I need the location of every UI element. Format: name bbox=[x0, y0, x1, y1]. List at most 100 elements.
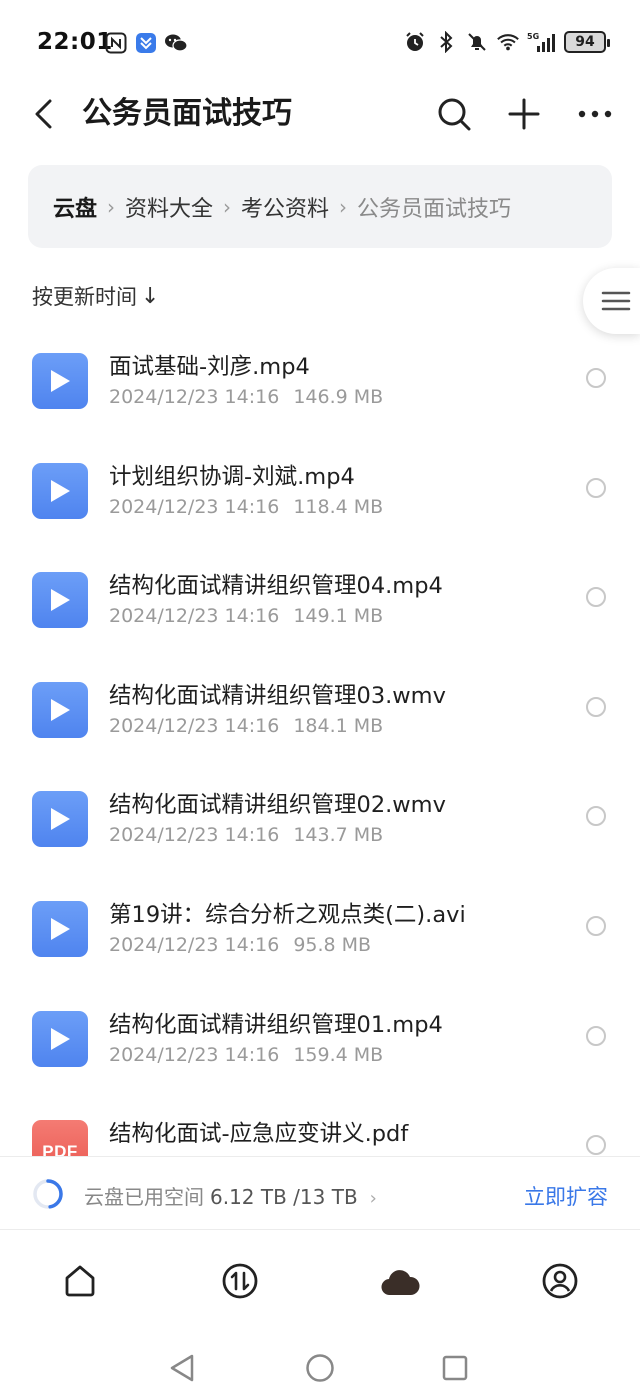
file-item[interactable]: 结构化面试精讲组织管理02.wmv 2024/12/23 14:16 143.7 … bbox=[0, 761, 640, 871]
file-meta: 2024/12/23 14:16 184.1 MB bbox=[109, 715, 383, 737]
sort-button[interactable]: 按更新时间 ↓ bbox=[32, 281, 159, 311]
select-checkbox[interactable] bbox=[586, 1135, 606, 1156]
bottom-nav bbox=[0, 1231, 640, 1331]
select-checkbox[interactable] bbox=[586, 477, 606, 498]
file-list: 面试基础-刘彦.mp4 2024/12/23 14:16 146.9 MB 计划组… bbox=[0, 323, 640, 1156]
file-size: 143.7 MB bbox=[293, 824, 384, 847]
storage-usage-ring-icon bbox=[33, 1179, 63, 1209]
file-size: 95.8 MB bbox=[293, 934, 372, 956]
more-button[interactable] bbox=[573, 92, 617, 136]
select-checkbox[interactable] bbox=[586, 916, 606, 936]
select-checkbox[interactable] bbox=[586, 1025, 606, 1046]
home-circle-icon bbox=[306, 1354, 334, 1382]
video-file-icon bbox=[32, 901, 88, 957]
file-item[interactable]: 计划组织协调-刘斌.mp4 2024/12/23 14:16 118.4 MB bbox=[0, 433, 640, 543]
file-date: 2024/12/23 14:16 bbox=[109, 386, 280, 408]
nav-transfer[interactable] bbox=[218, 1259, 262, 1303]
chevron-right-icon: › bbox=[107, 194, 116, 219]
file-meta: 2024/12/23 14:16 159.4 MB bbox=[109, 1044, 383, 1066]
file-size: 146.9 MB bbox=[293, 386, 384, 408]
breadcrumb-item-cloud[interactable]: 云盘 bbox=[53, 191, 97, 223]
sort-label: 按更新时间 bbox=[32, 285, 137, 309]
wifi-icon bbox=[496, 30, 520, 54]
chevron-right-icon: › bbox=[339, 194, 348, 219]
select-checkbox[interactable] bbox=[586, 806, 606, 827]
more-icon bbox=[578, 110, 612, 118]
chevron-right-icon: › bbox=[369, 1188, 377, 1209]
system-recents-button[interactable] bbox=[437, 1350, 473, 1386]
file-name: 第19讲：综合分析之观点类(二).avi bbox=[109, 902, 466, 928]
file-size: 159.4 MB bbox=[293, 1043, 384, 1066]
file-name: 结构化面试精讲组织管理02.wmv bbox=[109, 792, 446, 819]
nav-home[interactable] bbox=[58, 1259, 102, 1303]
file-date: 2024/12/23 14:16 bbox=[109, 934, 280, 956]
video-file-icon bbox=[32, 353, 88, 409]
plus-icon bbox=[508, 98, 540, 130]
file-item[interactable]: 结构化面试精讲组织管理03.wmv 2024/12/23 14:16 184.1 … bbox=[0, 652, 640, 762]
file-name: 结构化面试精讲组织管理03.wmv bbox=[109, 682, 446, 709]
file-item[interactable]: 结构化面试精讲组织管理04.mp4 2024/12/23 14:16 149.1 … bbox=[0, 542, 640, 652]
nav-cloud[interactable] bbox=[378, 1259, 422, 1303]
chevron-right-icon: › bbox=[223, 194, 232, 219]
file-item[interactable]: 面试基础-刘彦.mp4 2024/12/23 14:16 146.9 MB bbox=[0, 323, 640, 433]
file-name: 结构化面试-应急应变讲义.pdf bbox=[109, 1121, 409, 1148]
alarm-icon bbox=[403, 30, 427, 54]
pdf-file-icon: PDF bbox=[32, 1120, 88, 1156]
home-icon bbox=[65, 1265, 95, 1297]
page-title: 公务员面试技巧 bbox=[82, 96, 292, 131]
storage-usage: 云盘已用空间 6.12 TB /13 TB › bbox=[84, 1181, 377, 1210]
file-item[interactable]: 结构化面试精讲组织管理01.mp4 2024/12/23 14:16 159.4 … bbox=[0, 981, 640, 1091]
file-item[interactable]: PDF 结构化面试-应急应变讲义.pdf bbox=[0, 1090, 640, 1156]
file-meta: 2024/12/23 14:16 95.8 MB bbox=[109, 934, 371, 956]
header: 公务员面试技巧 bbox=[0, 86, 640, 142]
menu-lines-icon bbox=[601, 291, 630, 311]
profile-icon bbox=[542, 1263, 578, 1299]
storage-label: 云盘已用空间 bbox=[84, 1185, 204, 1209]
back-button[interactable] bbox=[24, 94, 64, 134]
file-meta: 2024/12/23 14:16 149.1 MB bbox=[109, 605, 383, 627]
back-icon bbox=[35, 99, 52, 129]
signal-5g-icon: 5G bbox=[527, 30, 557, 54]
status-right-icons: 5G 94 bbox=[403, 30, 610, 54]
file-size: 149.1 MB bbox=[293, 605, 384, 628]
file-date: 2024/12/23 14:16 bbox=[109, 605, 280, 628]
file-date: 2024/12/23 14:16 bbox=[109, 714, 280, 737]
system-back-button[interactable] bbox=[164, 1350, 200, 1386]
search-button[interactable] bbox=[432, 92, 476, 136]
back-triangle-icon bbox=[170, 1354, 194, 1382]
expand-storage-link[interactable]: 立即扩容 bbox=[524, 1181, 608, 1211]
breadcrumb-item-materials[interactable]: 资料大全 bbox=[125, 191, 213, 223]
file-meta: 2024/12/23 14:16 118.4 MB bbox=[109, 496, 383, 518]
transfer-icon bbox=[222, 1263, 258, 1299]
video-file-icon bbox=[32, 572, 88, 629]
file-name: 结构化面试精讲组织管理01.mp4 bbox=[109, 1011, 443, 1038]
file-meta: 2024/12/23 14:16 143.7 MB bbox=[109, 824, 383, 846]
video-file-icon bbox=[32, 1010, 88, 1067]
file-name: 计划组织协调-刘斌.mp4 bbox=[109, 463, 355, 490]
select-checkbox[interactable] bbox=[586, 696, 606, 717]
file-date: 2024/12/23 14:16 bbox=[109, 824, 280, 847]
select-checkbox[interactable] bbox=[586, 368, 606, 388]
status-bar: 22:01 5G 94 bbox=[0, 0, 640, 86]
add-button[interactable] bbox=[502, 92, 546, 136]
video-file-icon bbox=[32, 791, 88, 848]
select-checkbox[interactable] bbox=[586, 587, 606, 608]
wechat-icon bbox=[164, 31, 188, 55]
file-item[interactable]: 第19讲：综合分析之观点类(二).avi 2024/12/23 14:16 95.… bbox=[0, 871, 640, 981]
system-home-button[interactable] bbox=[302, 1350, 338, 1386]
search-icon bbox=[438, 98, 471, 131]
file-date: 2024/12/23 14:16 bbox=[109, 495, 280, 518]
status-time: 22:01 bbox=[37, 29, 113, 55]
video-file-icon bbox=[32, 681, 88, 738]
bluetooth-icon bbox=[434, 30, 458, 54]
breadcrumb-item-exam[interactable]: 考公资料 bbox=[241, 191, 329, 223]
file-date: 2024/12/23 14:16 bbox=[109, 1043, 280, 1066]
file-size: 184.1 MB bbox=[293, 714, 384, 737]
nav-profile[interactable] bbox=[538, 1259, 582, 1303]
svg-text:5G: 5G bbox=[527, 32, 539, 41]
breadcrumb: 云盘 › 资料大全 › 考公资料 › 公务员面试技巧 bbox=[28, 165, 612, 248]
file-meta: 2024/12/23 14:16 146.9 MB bbox=[109, 386, 383, 408]
storage-bar[interactable]: 云盘已用空间 6.12 TB /13 TB › 立即扩容 bbox=[0, 1156, 640, 1230]
storage-value: 6.12 TB /13 TB bbox=[210, 1185, 358, 1209]
file-name: 结构化面试精讲组织管理04.mp4 bbox=[109, 573, 443, 600]
